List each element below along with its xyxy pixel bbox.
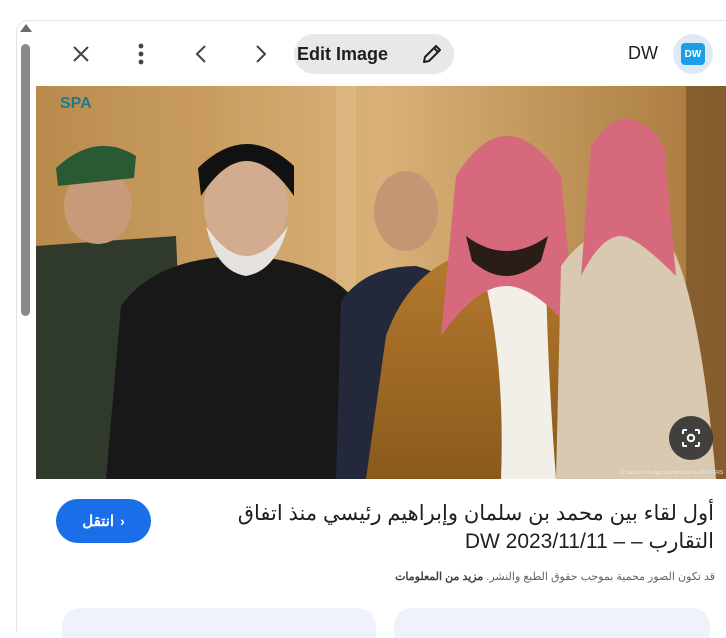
edit-image-button[interactable]: Edit Image (294, 34, 454, 74)
related-card[interactable] (394, 608, 710, 638)
visual-search-button[interactable] (669, 416, 713, 460)
source-name[interactable]: DW (628, 43, 658, 64)
dw-logo-icon: DW (681, 43, 705, 65)
next-button[interactable] (243, 36, 279, 72)
chevron-right-icon (256, 45, 267, 63)
close-icon (73, 46, 89, 62)
more-vert-icon (138, 43, 144, 65)
chevron-left-icon (195, 45, 206, 63)
copyright-text: قد تكون الصور محمية بموجب حقوق الطبع وال… (486, 571, 715, 583)
photo-illustration: SPA (36, 86, 726, 479)
lens-icon (682, 429, 700, 447)
pencil-icon (423, 45, 441, 63)
spa-watermark: SPA (60, 95, 92, 112)
source-logo[interactable]: DW (673, 34, 713, 74)
more-info-link[interactable]: مزيد من المعلومات (395, 571, 483, 583)
visit-button[interactable]: انتقل › (56, 499, 151, 543)
result-title[interactable]: أول لقاء بين محمد بن سلمان وإبراهيم رئيس… (180, 500, 714, 556)
photo-credit: © Saudi Press Agency/Handout via REUTERS (620, 470, 724, 476)
viewer-toolbar: Edit Image DW DW (0, 0, 726, 86)
copyright-notice: قد تكون الصور محمية بموجب حقوق الطبع وال… (200, 570, 715, 583)
close-button[interactable] (63, 36, 99, 72)
previous-button[interactable] (183, 36, 219, 72)
preview-image[interactable]: SPA (36, 86, 726, 479)
chevron-right-small-icon: › (120, 513, 125, 529)
more-options-button[interactable] (123, 36, 159, 72)
edit-image-label: Edit Image (297, 43, 389, 64)
visit-label: انتقل (82, 513, 115, 530)
related-card[interactable] (62, 608, 376, 638)
